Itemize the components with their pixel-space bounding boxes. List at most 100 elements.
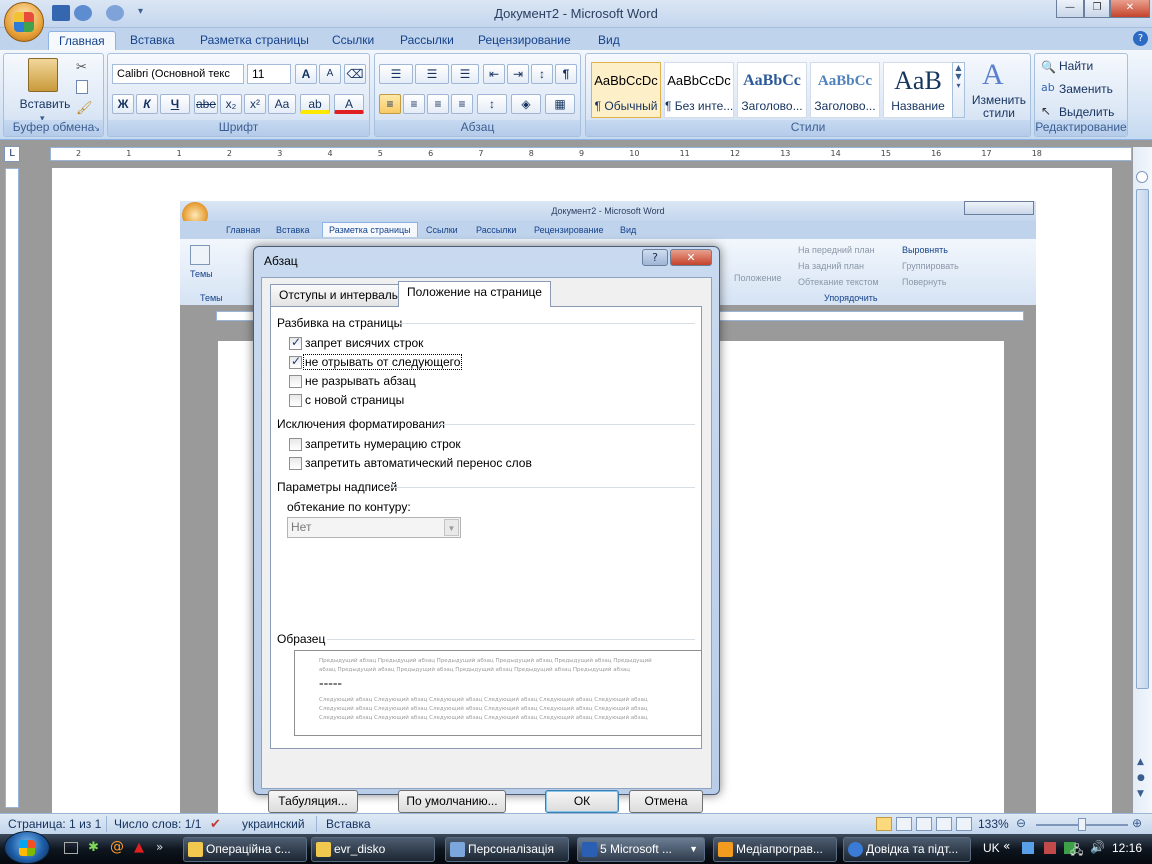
keep-lines-together-checkbox[interactable] xyxy=(289,375,302,388)
zoom-out-icon[interactable]: ⊖ xyxy=(1016,816,1026,830)
sort-icon[interactable]: ↕ xyxy=(531,64,553,84)
proofing-icon[interactable]: ✔ xyxy=(210,816,221,832)
tab-home[interactable]: Главная xyxy=(48,31,116,50)
numbering-icon[interactable]: ☰ xyxy=(415,64,449,84)
show-desktop-icon[interactable] xyxy=(64,842,78,854)
mail-agent-icon[interactable]: @ xyxy=(110,839,124,855)
word-count[interactable]: Число слов: 1/1 xyxy=(114,817,201,831)
zoom-level[interactable]: 133% xyxy=(978,817,1009,831)
tab-mailings[interactable]: Рассылки xyxy=(390,31,464,50)
opera-icon[interactable]: ▲ xyxy=(134,840,144,855)
clear-formatting-icon[interactable]: ⌫ xyxy=(344,64,366,84)
italic-button[interactable]: К xyxy=(136,94,158,114)
dialog-close-button[interactable]: ✕ xyxy=(670,249,712,266)
taskbar-item[interactable]: Операційна с... xyxy=(183,837,307,862)
tight-wrap-select[interactable]: Нет ▼ xyxy=(287,517,461,538)
tabs-button[interactable]: Табуляция... xyxy=(268,790,358,813)
borders-icon[interactable]: ▦ xyxy=(545,94,575,114)
tab-view[interactable]: Вид xyxy=(588,31,630,50)
font-color-icon[interactable]: A xyxy=(334,94,364,114)
clipboard-launcher-icon[interactable]: ↘ xyxy=(93,124,100,133)
utorrent-icon[interactable]: ✱ xyxy=(88,840,99,855)
print-layout-icon[interactable] xyxy=(876,817,892,831)
zoom-slider-thumb[interactable] xyxy=(1078,818,1086,831)
underline-button[interactable]: Ч xyxy=(160,94,190,114)
taskbar-item[interactable]: Довідка та підт... xyxy=(843,837,971,862)
change-case-button[interactable]: Aa xyxy=(268,94,296,114)
tab-indents-spacing[interactable]: Отступы и интервалы xyxy=(270,284,410,306)
web-layout-icon[interactable] xyxy=(916,817,932,831)
tab-insert[interactable]: Вставка xyxy=(120,31,185,50)
increase-indent-icon[interactable]: ⇥ xyxy=(507,64,529,84)
scroll-thumb[interactable] xyxy=(1136,189,1149,689)
bold-button[interactable]: Ж xyxy=(112,94,134,114)
font-size-combo[interactable]: 11 xyxy=(247,64,291,84)
show-marks-button[interactable]: ¶ xyxy=(555,64,577,84)
style-no-spacing[interactable]: AaBbCcDc ¶ Без инте... xyxy=(664,62,734,118)
cancel-button[interactable]: Отмена xyxy=(629,790,703,813)
style-title[interactable]: AaB Название xyxy=(883,62,953,118)
insert-mode[interactable]: Вставка xyxy=(326,817,371,831)
decrease-indent-icon[interactable]: ⇤ xyxy=(483,64,505,84)
quicklaunch-more-icon[interactable]: » xyxy=(156,840,163,854)
view-ruler-icon[interactable] xyxy=(1136,171,1148,183)
keep-with-next-checkbox[interactable] xyxy=(289,354,302,369)
dialog-help-button[interactable]: ? xyxy=(642,249,668,266)
shading-icon[interactable]: ◈ xyxy=(511,94,541,114)
cut-icon[interactable]: ✂ xyxy=(76,60,87,75)
select-button[interactable]: Выделить xyxy=(1059,105,1114,119)
outline-icon[interactable] xyxy=(936,817,952,831)
ok-button[interactable]: ОК xyxy=(545,790,619,813)
full-screen-icon[interactable] xyxy=(896,817,912,831)
help-icon[interactable]: ? xyxy=(1133,31,1148,46)
draft-icon[interactable] xyxy=(956,817,972,831)
tab-review[interactable]: Рецензирование xyxy=(468,31,581,50)
copy-icon[interactable] xyxy=(76,80,88,94)
start-button[interactable] xyxy=(4,831,50,864)
widow-control-checkbox[interactable] xyxy=(289,335,302,350)
dont-hyphenate-checkbox[interactable] xyxy=(289,457,302,470)
line-spacing-icon[interactable]: ↕ xyxy=(477,94,507,114)
format-painter-icon[interactable]: 🖌 xyxy=(76,101,93,116)
font-name-combo[interactable]: Calibri (Основной текс xyxy=(112,64,244,84)
subscript-button[interactable]: x₂ xyxy=(220,94,242,114)
maximize-button[interactable]: ❐ xyxy=(1084,0,1110,18)
vertical-ruler[interactable] xyxy=(5,168,19,808)
zoom-in-icon[interactable]: ⊕ xyxy=(1132,816,1142,830)
minimize-button[interactable]: — xyxy=(1056,0,1084,18)
grow-font-button[interactable]: A xyxy=(295,64,317,84)
clock[interactable]: 12:16 xyxy=(1112,841,1142,855)
style-heading-1[interactable]: AaBbCc Заголово... xyxy=(737,62,807,118)
paste-button[interactable]: Вставить xyxy=(12,94,78,114)
taskbar-item[interactable]: Персоналізація xyxy=(445,837,569,862)
change-styles-button[interactable]: Изменить стили xyxy=(968,94,1030,120)
bullets-icon[interactable]: ☰ xyxy=(379,64,413,84)
tray-app-icon[interactable] xyxy=(1044,842,1056,854)
shrink-font-button[interactable]: A xyxy=(319,64,341,84)
strikethrough-button[interactable]: abe xyxy=(194,94,218,114)
multilevel-list-icon[interactable]: ☰ xyxy=(451,64,479,84)
tab-selector-icon[interactable]: L xyxy=(4,146,20,162)
page-break-before-checkbox[interactable] xyxy=(289,394,302,407)
replace-button[interactable]: Заменить xyxy=(1059,82,1113,96)
prev-page-icon[interactable]: ▲ xyxy=(1137,757,1144,767)
align-center-icon[interactable]: ≡ xyxy=(403,94,425,114)
page-count[interactable]: Страница: 1 из 1 xyxy=(8,817,101,831)
superscript-button[interactable]: x² xyxy=(244,94,266,114)
next-page-icon[interactable]: ▼ xyxy=(1137,789,1144,799)
suppress-line-numbers-checkbox[interactable] xyxy=(289,438,302,451)
highlight-icon[interactable]: ab xyxy=(300,94,330,114)
style-heading-2[interactable]: AaBbCc Заголово... xyxy=(810,62,880,118)
office-button[interactable] xyxy=(4,2,44,42)
tab-references[interactable]: Ссылки xyxy=(322,31,384,50)
taskbar-item[interactable]: Медіапрограв... xyxy=(713,837,837,862)
align-right-icon[interactable]: ≡ xyxy=(427,94,449,114)
close-button[interactable]: ✕ xyxy=(1110,0,1150,18)
language[interactable]: украинский xyxy=(242,817,305,831)
taskbar-item[interactable]: evr_disko xyxy=(311,837,435,862)
tab-line-page-breaks[interactable]: Положение на странице xyxy=(398,281,551,307)
taskbar-item[interactable]: 5 Microsoft ... ▼ xyxy=(577,837,705,862)
tray-app-icon[interactable] xyxy=(1022,842,1034,854)
tray-expand-icon[interactable]: « xyxy=(1003,839,1010,853)
browse-object-icon[interactable]: ● xyxy=(1137,773,1145,783)
